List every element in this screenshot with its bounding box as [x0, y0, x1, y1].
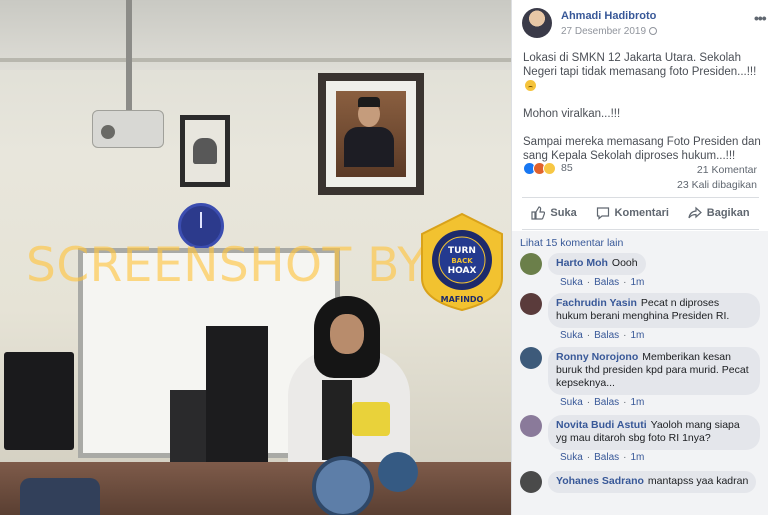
comment-like-link[interactable]: Suka [560, 397, 583, 408]
commenter-avatar[interactable] [520, 293, 542, 315]
separator-dot: · [586, 277, 591, 288]
post-date[interactable]: 27 Desember 2019 [561, 26, 658, 37]
share-button-label: Bagikan [706, 207, 750, 219]
like-button[interactable]: Suka [531, 206, 577, 220]
comment-meta: Suka · Balas · 1m [560, 330, 648, 341]
commenter-avatar[interactable] [520, 471, 542, 493]
commenter-avatar[interactable] [520, 415, 542, 437]
post-photo[interactable]: SCREENSHOT BY TURN BACK HOAX MAFINDO [0, 0, 511, 515]
post-stats: 21 Komentar 23 Kali dibagikan [677, 163, 757, 193]
photo-projector [92, 110, 164, 148]
photo-ceiling-beam [0, 58, 511, 62]
comment-bubble: Ronny Norojono Memberikan kesan buruk thd… [548, 347, 760, 395]
watermark-text: SCREENSHOT BY [26, 238, 427, 293]
like-button-label: Suka [550, 207, 577, 219]
comment-meta: Suka · Balas · 1m [560, 452, 648, 463]
separator-dot: · [623, 452, 627, 463]
comment-timestamp[interactable]: 1m [631, 397, 645, 408]
reaction-summary[interactable]: 85 [523, 161, 573, 175]
photo-projector-pole [126, 0, 132, 112]
comment-text: Oooh [611, 257, 638, 269]
photo-person-face [330, 314, 364, 354]
commenter-name[interactable]: Yohanes Sadrano [556, 475, 644, 487]
photo-fan [312, 456, 374, 515]
post-paragraph: Lokasi di SMKN 12 Jakarta Utara. Sekolah… [523, 51, 763, 93]
commenter-name[interactable]: Ronny Norojono [556, 351, 638, 363]
comment-text: mantapss yaa kadran [647, 475, 749, 487]
shares-count[interactable]: 23 Kali dibagikan [677, 178, 757, 193]
divider [522, 197, 759, 198]
thumbs-up-icon [531, 206, 546, 220]
post-panel: Ahmadi Hadibroto 27 Desember 2019 ••• Lo… [511, 0, 768, 515]
comment-meta: Suka · Balas · 1m [560, 397, 648, 408]
share-button[interactable]: Bagikan [688, 206, 750, 220]
separator-dot: · [586, 397, 591, 408]
divider [522, 229, 759, 230]
photo-portrait-frame [318, 73, 424, 195]
comment-reply-link[interactable]: Balas [594, 452, 619, 463]
separator-dot: · [586, 330, 591, 341]
separator-dot: · [623, 397, 627, 408]
photo-bag [20, 478, 100, 515]
separator-dot: · [623, 330, 627, 341]
share-arrow-icon [688, 206, 702, 219]
separator-dot: · [623, 277, 627, 288]
comments-section: Lihat 15 komentar lain Harto Moh Oooh Suka… [512, 231, 768, 515]
svg-text:HOAX: HOAX [448, 266, 477, 276]
comment-bubble: Fachrudin Yasin Pecat n diproses hukum be… [548, 293, 760, 328]
comment-like-link[interactable]: Suka [560, 452, 583, 463]
comment-button[interactable]: Komentari [596, 206, 669, 220]
author-avatar[interactable] [522, 8, 552, 38]
post-header: Ahmadi Hadibroto 27 Desember 2019 ••• [522, 8, 767, 40]
more-options-icon[interactable]: ••• [754, 10, 767, 26]
post-paragraph: Mohon viralkan...!!! [523, 108, 621, 120]
commenter-name[interactable]: Fachrudin Yasin [556, 297, 637, 309]
see-more-comments-link[interactable]: Lihat 15 komentar lain [520, 237, 623, 249]
globe-icon [649, 27, 658, 35]
commenter-name[interactable]: Novita Budi Astuti [556, 419, 647, 431]
commenter-avatar[interactable] [520, 347, 542, 369]
svg-text:TURN: TURN [448, 246, 476, 256]
post-text: Lokasi di SMKN 12 Jakarta Utara. Sekolah… [523, 51, 763, 177]
comment-reply-link[interactable]: Balas [594, 397, 619, 408]
commenter-avatar[interactable] [520, 253, 542, 275]
comment-like-link[interactable]: Suka [560, 330, 583, 341]
comment-bubble: Harto Moh Oooh [548, 253, 646, 275]
post-actions: Suka Komentari Bagikan [522, 201, 759, 225]
comment-timestamp[interactable]: 1m [631, 277, 645, 288]
svg-text:MAFINDO: MAFINDO [441, 295, 484, 304]
photo-monitor [170, 390, 208, 462]
comment-meta: Suka · Balas · 1m [560, 277, 648, 288]
reaction-count[interactable]: 85 [561, 162, 573, 174]
wow-reaction-icon [543, 161, 556, 175]
comment-timestamp[interactable]: 1m [631, 452, 645, 463]
post-date-text[interactable]: 27 Desember 2019 [561, 26, 646, 37]
comment-like-link[interactable]: Suka [560, 277, 583, 288]
comments-count[interactable]: 21 Komentar [677, 163, 757, 178]
commenter-name[interactable]: Harto Moh [556, 257, 608, 269]
post-paragraph: Sampai mereka memasang Foto Presiden dan… [523, 136, 761, 162]
sad-emoji-icon [525, 80, 536, 91]
photo-fan [378, 452, 418, 492]
comment-bubble: Novita Budi Astuti Yaoloh mang siapa yg m… [548, 415, 760, 450]
separator-dot: · [586, 452, 591, 463]
comment-timestamp[interactable]: 1m [631, 330, 645, 341]
photo-book [352, 402, 390, 436]
comment-bubble: Yohanes Sadrano mantapss yaa kadran [548, 471, 757, 493]
photo-monitor [322, 380, 352, 460]
svg-text:BACK: BACK [451, 257, 473, 265]
comment-icon [596, 207, 609, 220]
comment-button-label: Komentari [614, 207, 669, 219]
photo-garuda-frame [180, 115, 230, 187]
comment-reply-link[interactable]: Balas [594, 277, 619, 288]
author-name[interactable]: Ahmadi Hadibroto [561, 10, 656, 22]
comment-reply-link[interactable]: Balas [594, 330, 619, 341]
turnbackhoax-logo: TURN BACK HOAX MAFINDO [421, 212, 503, 312]
photo-monitor [4, 352, 74, 450]
